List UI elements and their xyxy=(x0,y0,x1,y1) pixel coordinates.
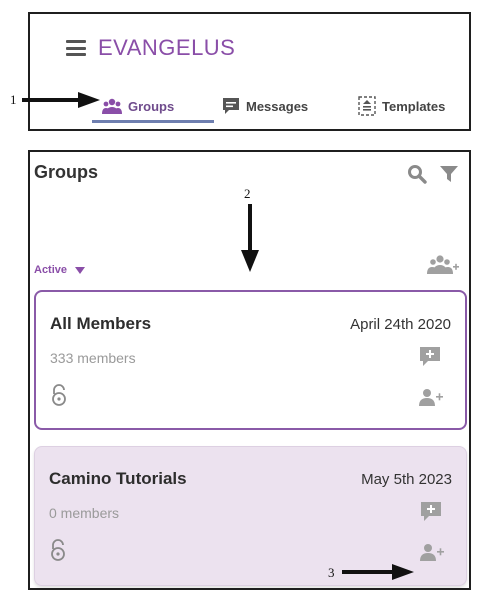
tab-label: Templates xyxy=(382,98,446,114)
group-name: All Members xyxy=(50,314,152,333)
annotation-arrow xyxy=(342,564,414,580)
send-message-icon[interactable] xyxy=(419,346,441,373)
group-date: April 24th 2020 xyxy=(350,316,451,333)
add-member-icon[interactable] xyxy=(419,388,443,411)
filter-label: Active xyxy=(34,264,68,276)
people-icon xyxy=(102,98,122,114)
toolbar xyxy=(407,164,459,189)
unlocked-icon xyxy=(50,384,68,411)
member-count: 333 members xyxy=(50,350,136,366)
group-card[interactable]: All Members April 24th 2020 333 members xyxy=(34,290,467,430)
add-group-icon[interactable] xyxy=(427,254,459,281)
annotation-arrow xyxy=(241,204,259,272)
tab-groups[interactable]: Groups xyxy=(102,88,174,124)
filter-icon[interactable] xyxy=(439,164,459,189)
tab-label: Messages xyxy=(246,98,309,114)
group-date: May 5th 2023 xyxy=(361,471,452,488)
unlocked-icon xyxy=(49,539,67,566)
member-count: 0 members xyxy=(49,505,120,521)
tab-label: Groups xyxy=(128,98,175,114)
search-icon[interactable] xyxy=(407,164,427,189)
send-message-icon[interactable] xyxy=(420,501,442,528)
app-header: EVANGELUS xyxy=(66,34,235,62)
hamburger-menu-icon[interactable] xyxy=(66,40,86,56)
caret-down-icon xyxy=(75,266,86,274)
app-title: EVANGELUS xyxy=(98,35,236,60)
annotation-number: 2 xyxy=(244,186,251,201)
annotation-number: 1 xyxy=(10,92,17,107)
message-icon xyxy=(222,97,240,115)
add-member-icon[interactable] xyxy=(420,543,444,566)
top-navigation-panel: EVANGELUS Groups Messages Templates xyxy=(28,12,471,131)
status-filter-dropdown[interactable]: Active xyxy=(34,264,86,276)
template-icon xyxy=(358,96,376,116)
annotation-arrow xyxy=(22,92,100,108)
group-name: Camino Tutorials xyxy=(49,469,187,488)
tab-templates[interactable]: Templates xyxy=(358,88,445,124)
tab-messages[interactable]: Messages xyxy=(222,88,308,124)
annotation-number: 3 xyxy=(328,565,335,580)
active-tab-indicator xyxy=(92,120,214,123)
page-title: Groups xyxy=(34,162,99,182)
